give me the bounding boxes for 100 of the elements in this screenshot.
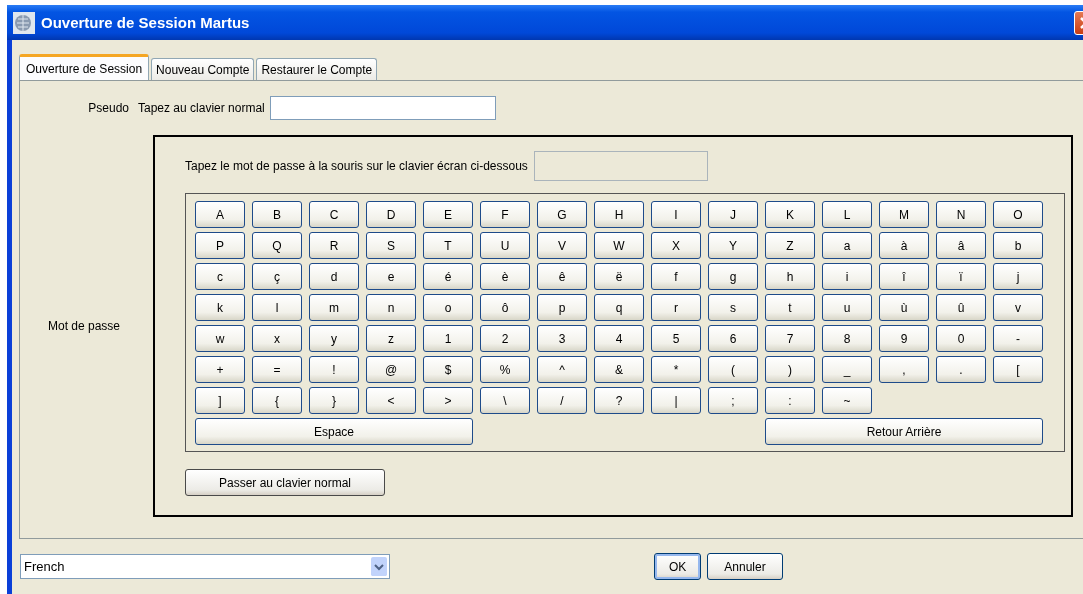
key[interactable]: - [993,325,1043,352]
key[interactable]: L [822,201,872,228]
key[interactable]: * [651,356,701,383]
key[interactable]: 8 [822,325,872,352]
key[interactable]: n [366,294,416,321]
cancel-button[interactable]: Annuler [707,553,783,580]
key[interactable]: Y [708,232,758,259]
key[interactable]: G [537,201,587,228]
key[interactable]: 6 [708,325,758,352]
key[interactable]: Z [765,232,815,259]
key[interactable]: > [423,387,473,414]
key[interactable]: o [423,294,473,321]
backspace-key[interactable]: Retour Arrière [765,418,1043,445]
key[interactable]: x [252,325,302,352]
key[interactable]: | [651,387,701,414]
key[interactable]: j [993,263,1043,290]
key[interactable]: : [765,387,815,414]
key[interactable]: M [879,201,929,228]
key[interactable]: F [480,201,530,228]
key[interactable]: k [195,294,245,321]
key[interactable]: W [594,232,644,259]
key[interactable]: z [366,325,416,352]
key[interactable]: , [879,356,929,383]
key[interactable]: 3 [537,325,587,352]
key[interactable]: X [651,232,701,259]
key[interactable]: è [480,263,530,290]
key[interactable]: a [822,232,872,259]
key[interactable]: 5 [651,325,701,352]
key[interactable]: { [252,387,302,414]
key[interactable]: \ [480,387,530,414]
key[interactable]: } [309,387,359,414]
key[interactable]: ç [252,263,302,290]
key[interactable]: J [708,201,758,228]
tab[interactable]: Nouveau Compte [151,58,255,80]
key[interactable]: 7 [765,325,815,352]
key[interactable]: + [195,356,245,383]
key[interactable]: E [423,201,473,228]
key[interactable]: K [765,201,815,228]
key[interactable]: 0 [936,325,986,352]
key[interactable]: ^ [537,356,587,383]
key[interactable]: @ [366,356,416,383]
tab[interactable]: Ouverture de Session [19,54,150,80]
key[interactable]: O [993,201,1043,228]
key[interactable]: i [822,263,872,290]
key[interactable]: V [537,232,587,259]
key[interactable]: c [195,263,245,290]
key[interactable]: 4 [594,325,644,352]
ok-button[interactable]: OK [654,553,702,580]
key[interactable]: ] [195,387,245,414]
key[interactable]: C [309,201,359,228]
key[interactable]: ô [480,294,530,321]
key[interactable]: ? [594,387,644,414]
key[interactable]: < [366,387,416,414]
key[interactable]: g [708,263,758,290]
key[interactable]: 1 [423,325,473,352]
key[interactable]: â [936,232,986,259]
key[interactable]: 2 [480,325,530,352]
key[interactable]: ù [879,294,929,321]
tab[interactable]: Restaurer le Compte [256,58,378,80]
key[interactable]: ) [765,356,815,383]
key[interactable]: é [423,263,473,290]
key[interactable]: ~ [822,387,872,414]
key[interactable]: e [366,263,416,290]
key[interactable]: p [537,294,587,321]
key[interactable]: [ [993,356,1043,383]
key[interactable]: S [366,232,416,259]
space-key[interactable]: Espace [195,418,473,445]
key[interactable]: v [993,294,1043,321]
key[interactable]: h [765,263,815,290]
key[interactable]: H [594,201,644,228]
key[interactable]: R [309,232,359,259]
key[interactable]: d [309,263,359,290]
switch-keyboard-button[interactable]: Passer au clavier normal [185,469,385,496]
key[interactable]: $ [423,356,473,383]
key[interactable]: w [195,325,245,352]
key[interactable]: ê [537,263,587,290]
key[interactable]: à [879,232,929,259]
key[interactable]: ! [309,356,359,383]
key[interactable]: D [366,201,416,228]
key[interactable]: ï [936,263,986,290]
key[interactable]: / [537,387,587,414]
key[interactable]: b [993,232,1043,259]
key[interactable]: s [708,294,758,321]
key[interactable]: . [936,356,986,383]
username-field[interactable] [269,96,496,120]
key[interactable]: ë [594,263,644,290]
key[interactable]: l [252,294,302,321]
key[interactable]: % [480,356,530,383]
key[interactable]: Q [252,232,302,259]
key[interactable]: r [651,294,701,321]
key[interactable]: ( [708,356,758,383]
key[interactable]: ; [708,387,758,414]
key[interactable]: m [309,294,359,321]
key[interactable]: T [423,232,473,259]
key[interactable]: û [936,294,986,321]
key[interactable]: I [651,201,701,228]
key[interactable]: f [651,263,701,290]
key[interactable]: B [252,201,302,228]
key[interactable]: t [765,294,815,321]
language-dropdown[interactable]: French [20,554,390,579]
